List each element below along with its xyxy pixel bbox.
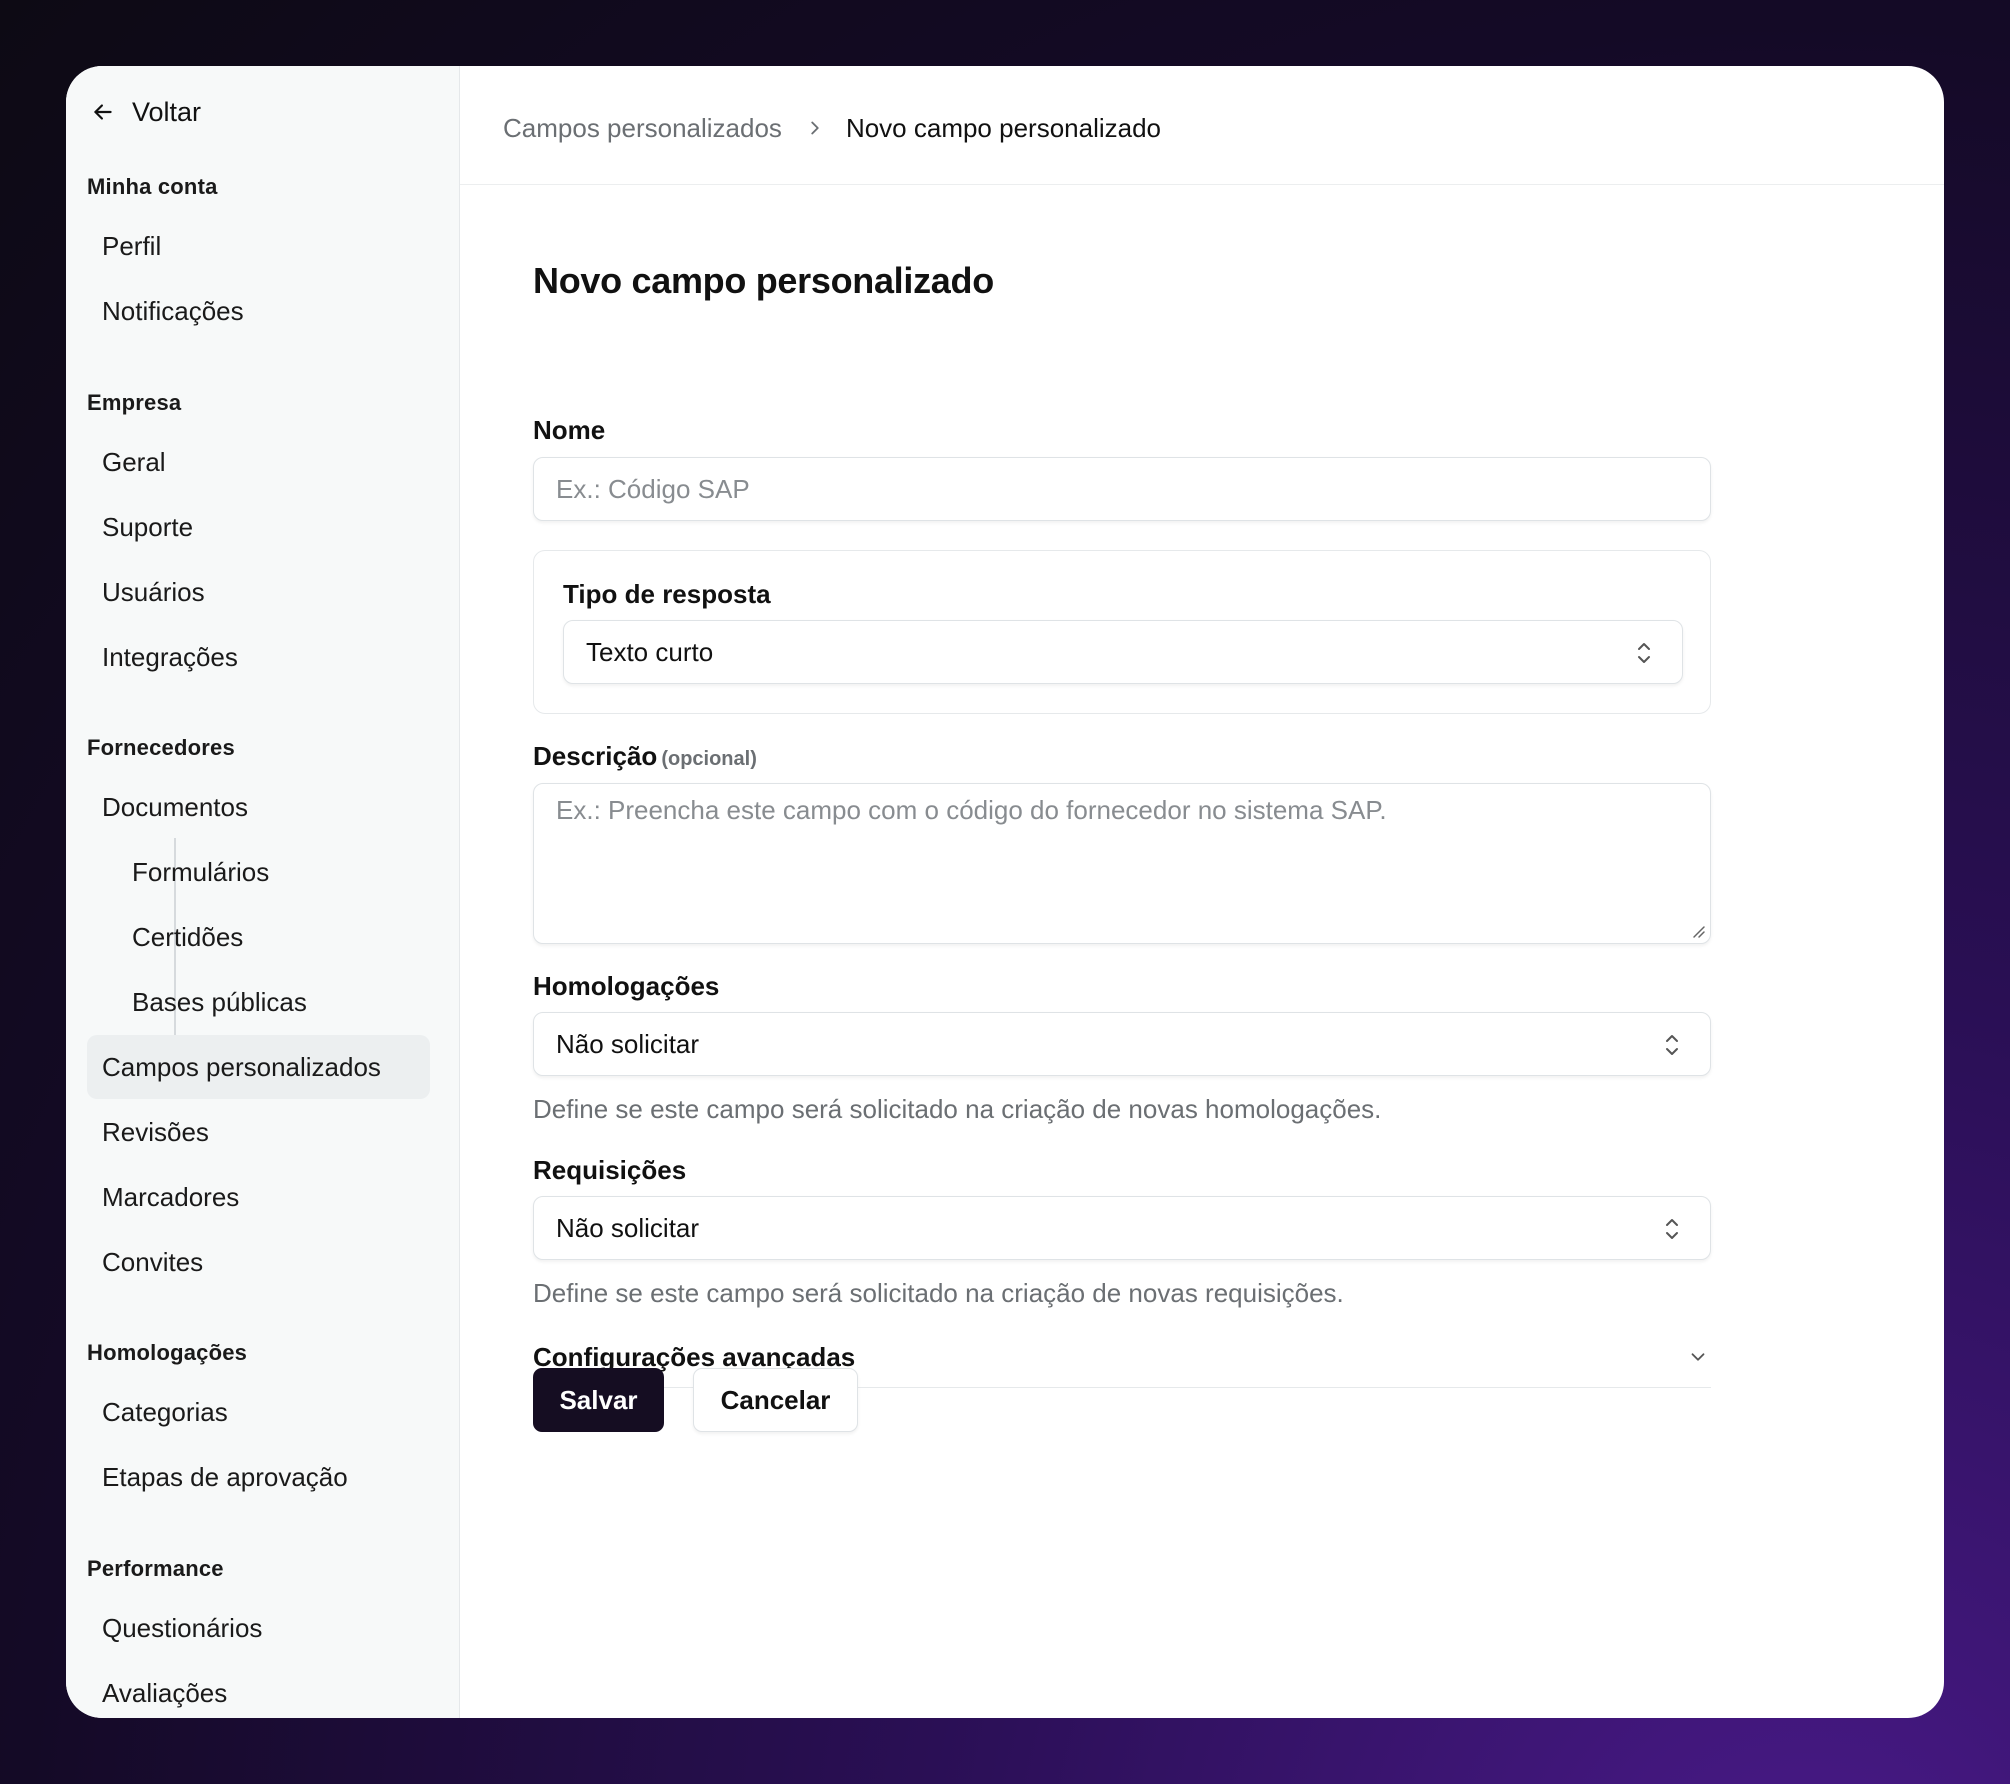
- description-label: Descrição (opcional): [533, 741, 757, 772]
- sidebar-item-notificacoes[interactable]: Notificações: [87, 279, 430, 343]
- sidebar-item-etapas-de-aprovacao[interactable]: Etapas de aprovação: [87, 1445, 430, 1509]
- chevron-up-down-icon: [1666, 1035, 1678, 1055]
- homologacoes-value: Não solicitar: [556, 1028, 700, 1059]
- section-title-fornecedores: Fornecedores: [87, 735, 235, 760]
- sidebar-item-formularios[interactable]: Formulários: [87, 840, 430, 904]
- description-textarea[interactable]: Ex.: Preencha este campo com o código do…: [533, 783, 1711, 944]
- requisicoes-select[interactable]: Não solicitar: [533, 1196, 1711, 1260]
- sidebar-item-bases-publicas[interactable]: Bases públicas: [87, 970, 430, 1034]
- breadcrumb-parent-link[interactable]: Campos personalizados: [503, 113, 782, 144]
- name-input[interactable]: Ex.: Código SAP: [533, 457, 1711, 521]
- optional-tag: (opcional): [661, 748, 757, 770]
- breadcrumb-current: Novo campo personalizado: [845, 112, 1162, 143]
- section-title-performance: Performance: [87, 1556, 224, 1581]
- breadcrumb: Campos personalizados Novo campo persona…: [460, 66, 1944, 185]
- homologacoes-label: Homologações: [533, 971, 720, 1001]
- sidebar-item-marcadores[interactable]: Marcadores: [87, 1165, 430, 1229]
- cancel-button[interactable]: Cancelar: [693, 1368, 858, 1432]
- resize-grip-icon[interactable]: [1690, 923, 1706, 939]
- response-type-value: Texto curto: [586, 636, 714, 667]
- requisicoes-value: Não solicitar: [556, 1212, 700, 1243]
- sidebar-item-suporte[interactable]: Suporte: [87, 495, 430, 559]
- description-label-text: Descrição: [533, 741, 658, 771]
- settings-window: Voltar Minha conta Perfil Notificações E…: [66, 66, 1944, 1718]
- sidebar-item-certidoes[interactable]: Certidões: [87, 905, 430, 969]
- page-title: Novo campo personalizado: [533, 260, 994, 301]
- chevron-right-icon: [811, 121, 819, 135]
- sidebar-item-categorias[interactable]: Categorias: [87, 1380, 430, 1444]
- sidebar-item-revisoes[interactable]: Revisões: [87, 1100, 430, 1164]
- name-label: Nome: [533, 415, 606, 445]
- response-type-select[interactable]: Texto curto: [563, 620, 1683, 684]
- sidebar-item-perfil[interactable]: Perfil: [87, 214, 430, 278]
- sidebar-item-usuarios[interactable]: Usuários: [87, 560, 430, 624]
- sidebar: Voltar Minha conta Perfil Notificações E…: [66, 66, 460, 1718]
- sidebar-item-integracoes[interactable]: Integrações: [87, 625, 430, 689]
- main-content: Campos personalizados Novo campo persona…: [460, 66, 1944, 1718]
- description-placeholder: Ex.: Preencha este campo com o código do…: [556, 795, 1387, 825]
- response-type-label: Tipo de resposta: [563, 579, 771, 609]
- sidebar-item-campos-personalizados[interactable]: Campos personalizados: [87, 1035, 430, 1099]
- sidebar-item-avaliacoes[interactable]: Avaliações: [87, 1661, 430, 1718]
- sidebar-item-convites[interactable]: Convites: [87, 1230, 430, 1294]
- section-title-homologacoes: Homologações: [87, 1340, 248, 1365]
- save-button[interactable]: Salvar: [533, 1368, 664, 1432]
- requisicoes-help: Define se este campo será solicitado na …: [533, 1278, 1344, 1308]
- sidebar-item-geral[interactable]: Geral: [87, 430, 430, 494]
- response-type-card: Tipo de resposta Texto curto: [533, 550, 1711, 714]
- sidebar-item-questionarios[interactable]: Questionários: [87, 1596, 430, 1660]
- back-label: Voltar: [132, 96, 202, 127]
- homologacoes-select[interactable]: Não solicitar: [533, 1012, 1711, 1076]
- section-title-minha-conta: Minha conta: [87, 174, 218, 199]
- section-title-empresa: Empresa: [87, 390, 182, 415]
- homologacoes-help: Define se este campo será solicitado na …: [533, 1094, 1382, 1124]
- chevron-up-down-icon: [1638, 643, 1650, 663]
- sidebar-item-documentos[interactable]: Documentos: [87, 775, 430, 839]
- chevron-up-down-icon: [1666, 1219, 1678, 1239]
- requisicoes-label: Requisições: [533, 1155, 687, 1185]
- back-button[interactable]: Voltar: [87, 92, 201, 132]
- chevron-down-icon: [1691, 1353, 1705, 1361]
- arrow-left-icon: [94, 104, 112, 120]
